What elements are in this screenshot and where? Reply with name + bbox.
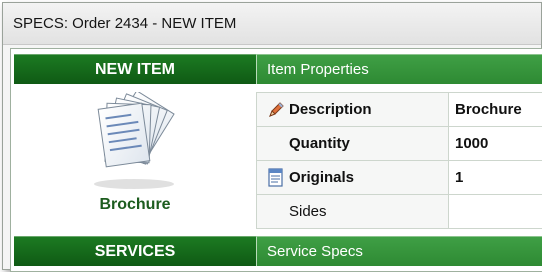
brochure-stack-icon — [78, 90, 190, 196]
service-specs-header-label: Service Specs — [267, 243, 363, 260]
quantity-label: Quantity — [289, 135, 350, 152]
originals-doc-icon — [267, 167, 289, 188]
new-item-header: NEW ITEM — [14, 54, 256, 84]
originals-value[interactable]: 1 — [448, 160, 542, 195]
property-row-sides[interactable]: Sides — [256, 194, 542, 229]
window-title: SPECS: Order 2434 - NEW ITEM — [3, 3, 541, 45]
item-properties-grid: Description Brochure Quantity 1000 Origi… — [256, 92, 542, 229]
property-label-cell: Quantity — [256, 126, 449, 161]
item-properties-header: Item Properties — [256, 54, 542, 84]
description-value[interactable]: Brochure — [448, 92, 542, 127]
sides-label: Sides — [289, 203, 327, 220]
services-header-label: SERVICES — [94, 242, 176, 260]
services-header[interactable]: SERVICES — [14, 236, 256, 266]
description-label: Description — [289, 101, 372, 118]
property-row-quantity[interactable]: Quantity 1000 — [256, 126, 542, 161]
property-row-originals[interactable]: Originals 1 — [256, 160, 542, 195]
quantity-value[interactable]: 1000 — [448, 126, 542, 161]
item-name-label: Brochure — [99, 196, 171, 213]
sides-value[interactable] — [448, 194, 542, 229]
item-preview-panel: Brochure — [14, 84, 256, 236]
item-properties-header-label: Item Properties — [267, 61, 369, 78]
originals-label: Originals — [289, 169, 355, 186]
new-item-header-label: NEW ITEM — [95, 60, 175, 78]
pencil-icon — [267, 100, 289, 120]
property-label-cell: Sides — [256, 194, 449, 229]
property-label-cell: Originals — [256, 160, 449, 195]
property-label-cell: Description — [256, 92, 449, 127]
property-row-description[interactable]: Description Brochure — [256, 92, 542, 127]
service-specs-header[interactable]: Service Specs — [256, 236, 542, 266]
